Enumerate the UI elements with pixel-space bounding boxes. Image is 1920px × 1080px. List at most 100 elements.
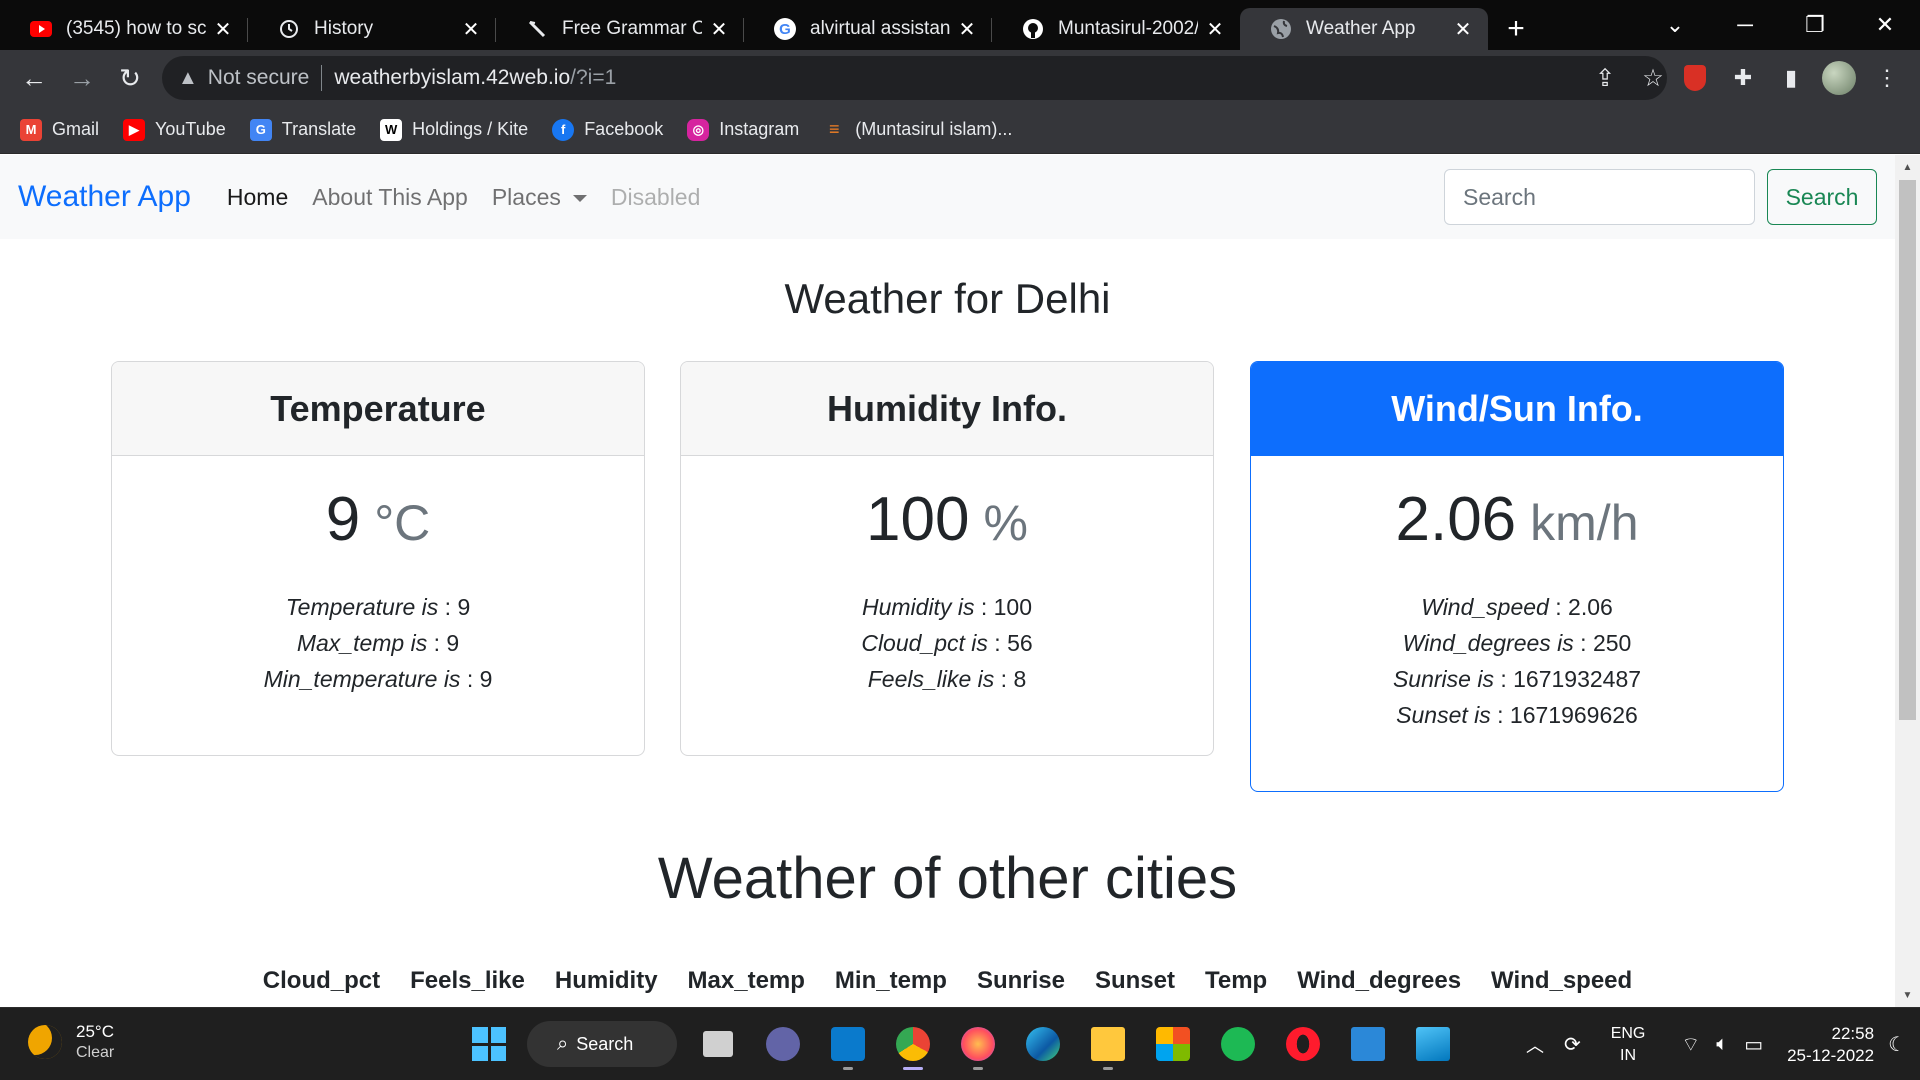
tab-github[interactable]: Muntasirul-2002/W ✕: [992, 8, 1240, 50]
detail-line: Max_temp is : 9: [112, 625, 644, 661]
close-icon[interactable]: ✕: [708, 18, 730, 41]
close-icon[interactable]: ✕: [1452, 18, 1474, 41]
detail-value: : 2.06: [1548, 594, 1613, 620]
detail-line: Sunset is : 1671969626: [1251, 697, 1783, 733]
scroll-up-icon[interactable]: ▲: [1895, 157, 1920, 177]
close-icon[interactable]: ✕: [460, 18, 482, 41]
close-icon[interactable]: ✕: [956, 18, 978, 41]
system-tray: ︿ ⟳ ENG IN ⌔ 🔈︎ ▭ 22:58 25-12-2022 ☾: [1526, 1008, 1920, 1080]
tab-youtube[interactable]: (3545) how to scree ✕: [0, 8, 248, 50]
wind-details: Wind_speed : 2.06 Wind_degrees is : 250 …: [1251, 589, 1783, 791]
bookmark-facebook[interactable]: f Facebook: [552, 118, 664, 141]
tab-grammar[interactable]: Free Grammar Chec ✕: [496, 8, 744, 50]
kite-icon: W: [380, 118, 403, 141]
bookmark-star-icon[interactable]: ☆: [1636, 61, 1670, 95]
bookmark-gmail[interactable]: M Gmail: [20, 118, 99, 141]
spotify-button[interactable]: [1211, 1018, 1265, 1070]
extension-shield-icon[interactable]: [1678, 61, 1712, 95]
share-icon[interactable]: ⇪: [1588, 61, 1622, 95]
restore-icon[interactable]: ❐: [1780, 0, 1850, 50]
chrome-button[interactable]: [886, 1018, 940, 1070]
reload-icon[interactable]: ↻: [106, 54, 154, 102]
task-view-button[interactable]: [691, 1018, 745, 1070]
nav-places-dropdown[interactable]: Places: [492, 184, 587, 211]
sync-icon[interactable]: ⟳: [1564, 1032, 1581, 1057]
firefox-icon: [961, 1027, 995, 1061]
notifications-icon[interactable]: ☾: [1888, 1032, 1906, 1057]
bookmark-stackoverflow[interactable]: ≡ (Muntasirul islam)...: [823, 119, 1012, 141]
cities-table-header: Cloud_pct Feels_like Humidity Max_temp M…: [0, 967, 1895, 995]
store-button[interactable]: [1146, 1018, 1200, 1070]
bookmark-instagram[interactable]: ◎ Instagram: [687, 118, 800, 141]
teams-chat-button[interactable]: [756, 1018, 810, 1070]
detail-value: : 250: [1573, 630, 1632, 656]
file-explorer-button[interactable]: [1081, 1018, 1135, 1070]
tab-weather-app[interactable]: Weather App ✕: [1240, 8, 1488, 50]
bookmark-youtube[interactable]: ▶ YouTube: [123, 118, 226, 141]
search-input[interactable]: [1444, 169, 1755, 225]
new-tab-button[interactable]: +: [1494, 8, 1538, 50]
task-view-icon: [703, 1031, 733, 1057]
notepad-icon: [1351, 1027, 1385, 1061]
vscode-button[interactable]: [821, 1018, 875, 1070]
minimize-icon[interactable]: ─: [1710, 0, 1780, 50]
stackoverflow-icon: ≡: [829, 119, 840, 139]
detail-label: Max_temp is: [296, 630, 428, 656]
bookmark-label: Facebook: [584, 119, 664, 139]
forward-arrow-icon[interactable]: →: [58, 54, 106, 102]
detail-value: : 9: [427, 630, 460, 656]
photos-button[interactable]: [1406, 1018, 1460, 1070]
column-header: Temp: [1204, 967, 1268, 994]
taskbar-search[interactable]: ⌕ Search: [527, 1021, 677, 1067]
opera-button[interactable]: [1276, 1018, 1330, 1070]
side-panel-icon[interactable]: ▮: [1774, 61, 1808, 95]
web-page: Weather App Home About This App Places D…: [0, 155, 1895, 1007]
address-bar[interactable]: ▲ Not secure weatherbyislam.42web.io /?i…: [162, 56, 1667, 100]
clock[interactable]: 22:58 25-12-2022: [1787, 1023, 1874, 1067]
column-header: Sunrise: [976, 967, 1065, 994]
bookmark-label: Instagram: [719, 119, 800, 139]
clock-date: 25-12-2022: [1787, 1045, 1875, 1065]
scroll-down-icon[interactable]: ▼: [1895, 985, 1920, 1005]
bookmark-translate[interactable]: G Translate: [249, 118, 356, 141]
detail-label: Temperature is: [285, 594, 439, 620]
chevron-up-icon[interactable]: ︿: [1526, 1032, 1544, 1058]
warning-icon: ▲: [178, 66, 198, 89]
page-scrollbar[interactable]: ▲ ▼: [1895, 155, 1920, 1007]
nav-about[interactable]: About This App: [312, 184, 468, 211]
volume-icon[interactable]: 🔈︎: [1716, 1033, 1728, 1056]
extensions-puzzle-icon[interactable]: ✚: [1726, 61, 1760, 95]
battery-icon[interactable]: ▭: [1744, 1032, 1763, 1057]
tab-search-icon[interactable]: ⌄: [1640, 0, 1710, 50]
close-icon[interactable]: ✕: [212, 18, 234, 41]
close-window-icon[interactable]: ✕: [1850, 0, 1920, 50]
bookmark-kite[interactable]: W Holdings / Kite: [380, 118, 528, 141]
close-icon[interactable]: ✕: [1204, 18, 1226, 41]
back-arrow-icon[interactable]: ←: [10, 54, 58, 102]
humidity-details: Humidity is : 100 Cloud_pct is : 56 Feel…: [681, 589, 1213, 755]
tab-history[interactable]: History ✕: [248, 8, 496, 50]
search-button[interactable]: Search: [1767, 169, 1877, 225]
weather-widget[interactable]: 25°C Clear: [28, 1022, 114, 1062]
detail-label: Feels_like is: [867, 666, 995, 692]
navbar-brand[interactable]: Weather App: [18, 180, 191, 214]
notepad-button[interactable]: [1341, 1018, 1395, 1070]
other-cities-title: Weather of other cities: [657, 846, 1238, 911]
detail-label: Wind_speed: [1421, 594, 1549, 620]
detail-line: Temperature is : 9: [112, 589, 644, 625]
profile-avatar[interactable]: [1822, 61, 1856, 95]
edge-button[interactable]: [1016, 1018, 1070, 1070]
nav-home[interactable]: Home: [227, 184, 288, 211]
detail-label: Cloud_pct is: [861, 630, 988, 656]
scrollbar-thumb[interactable]: [1899, 180, 1916, 720]
facebook-icon: f: [552, 118, 575, 141]
github-icon: [1022, 18, 1044, 40]
start-button[interactable]: [462, 1018, 516, 1070]
more-menu-icon[interactable]: ⋮: [1870, 61, 1904, 95]
detail-line: Sunrise is : 1671932487: [1251, 661, 1783, 697]
language-indicator[interactable]: ENG IN: [1611, 1023, 1646, 1067]
tab-google-search[interactable]: G alvirtual assistant - ✕: [744, 8, 992, 50]
wifi-icon[interactable]: ⌔: [1681, 1032, 1700, 1057]
detail-line: Cloud_pct is : 56: [681, 625, 1213, 661]
firefox-button[interactable]: [951, 1018, 1005, 1070]
